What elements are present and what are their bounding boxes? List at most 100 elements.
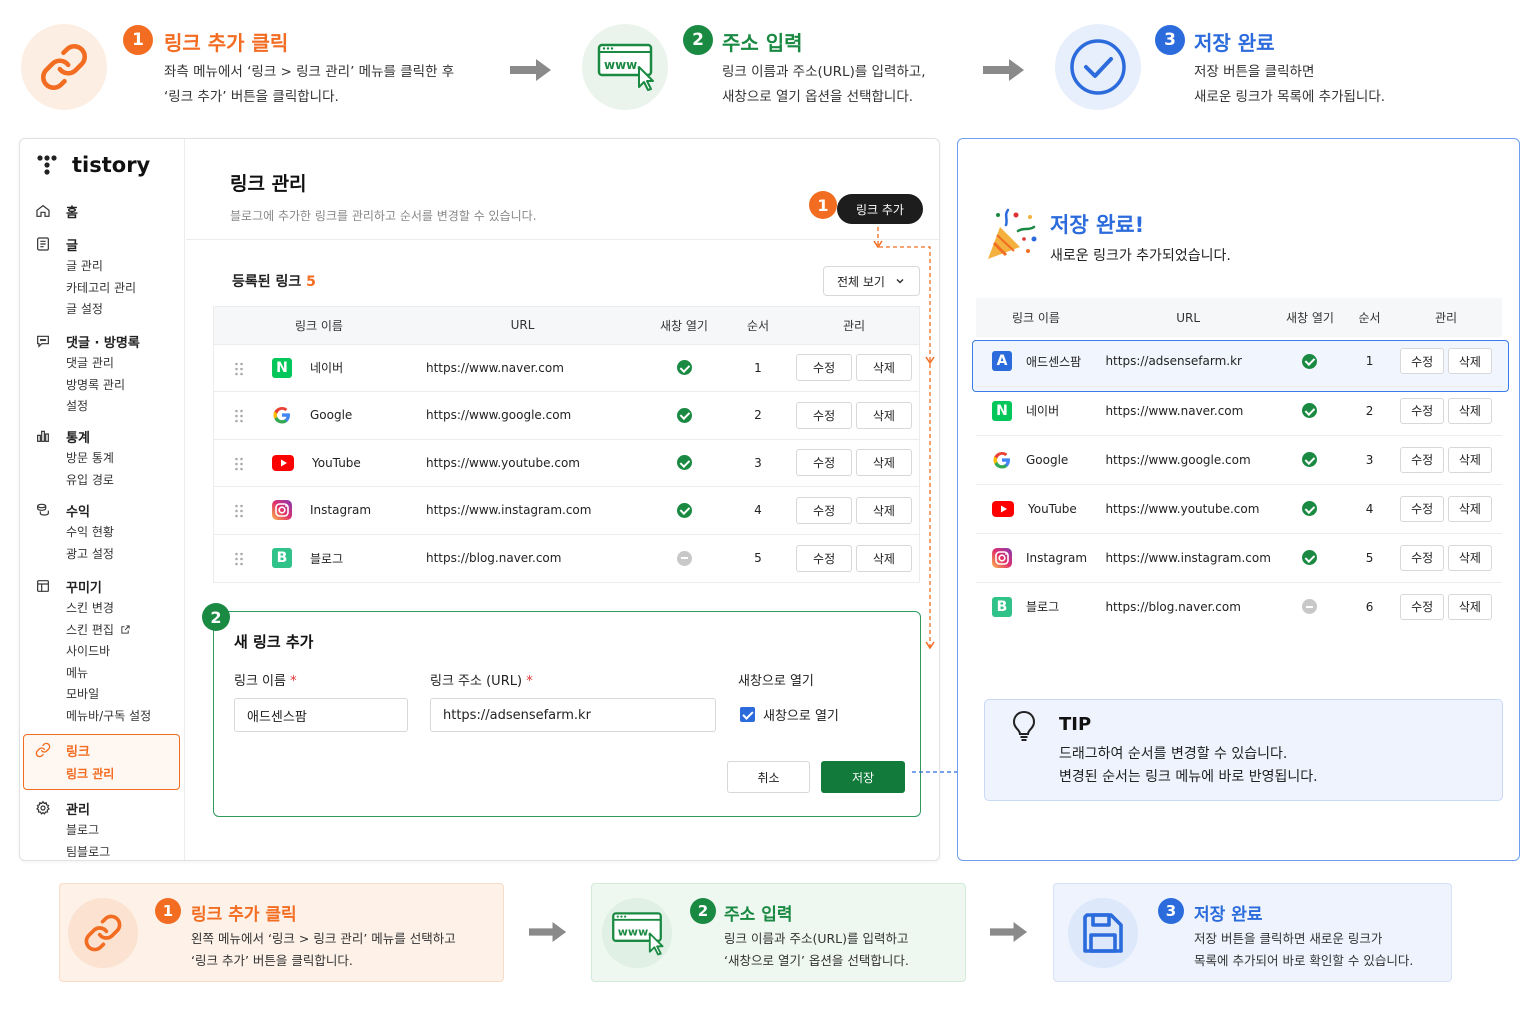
- step-number: 3: [1155, 25, 1185, 55]
- sidebar-subitem[interactable]: 댓글 관리: [20, 352, 185, 374]
- edit-button[interactable]: 수정: [796, 544, 853, 572]
- link-order: 4: [1348, 483, 1391, 533]
- link-url: https://www.youtube.com: [426, 455, 580, 470]
- youtube-logo-icon: [992, 500, 1014, 517]
- sidebar-item-posts[interactable]: 글: [20, 233, 185, 255]
- check-icon: [1302, 550, 1318, 565]
- sidebar-subitem-link-manage[interactable]: 링크 관리: [20, 761, 185, 785]
- edit-button[interactable]: 수정: [796, 496, 853, 524]
- sidebar-subitem[interactable]: 방명록 관리: [20, 374, 185, 396]
- save-button[interactable]: 저장: [821, 761, 905, 793]
- comment-icon: [37, 335, 49, 348]
- edit-button[interactable]: 수정: [1400, 495, 1445, 522]
- arrow-right-icon: [983, 59, 1024, 81]
- sidebar-subitem[interactable]: 카테고리 관리: [20, 277, 185, 299]
- sidebar-subitem[interactable]: 블로그: [20, 819, 185, 841]
- link-url-input[interactable]: https://adsensefarm.kr: [430, 698, 716, 732]
- link-url: https://www.naver.com: [426, 360, 564, 375]
- sidebar-subitem[interactable]: 수익 현황: [20, 521, 185, 543]
- edit-button[interactable]: 수정: [1400, 397, 1445, 424]
- delete-button[interactable]: 삭제: [1447, 446, 1492, 473]
- col-manage: 관리: [1390, 298, 1502, 337]
- sidebar-subitem[interactable]: 모바일: [20, 683, 185, 705]
- new-link-form: 새 링크 추가 링크 이름 * 링크 주소 (URL) * 새창으로 열기 애드…: [213, 611, 921, 817]
- result-subtitle: 새로운 링크가 추가되었습니다.: [1050, 248, 1231, 264]
- drag-handle-icon[interactable]: [234, 362, 244, 376]
- sidebar-item-manage[interactable]: 관리: [20, 797, 185, 819]
- sidebar-subitem[interactable]: 글 설정: [20, 298, 185, 320]
- cancel-button[interactable]: 취소: [727, 761, 810, 793]
- sidebar-subitem[interactable]: 광고 설정: [20, 543, 185, 565]
- link-order: 2: [1348, 385, 1391, 435]
- sidebar-subitem[interactable]: 메뉴: [20, 662, 185, 684]
- edit-button[interactable]: 수정: [1400, 544, 1445, 571]
- edit-button[interactable]: 수정: [1400, 446, 1445, 473]
- www-browser-icon: www.: [582, 24, 668, 110]
- delete-button[interactable]: 삭제: [1447, 397, 1492, 424]
- drag-handle-icon[interactable]: [234, 457, 244, 471]
- lightbulb-icon: [1012, 710, 1036, 741]
- check-icon: [1302, 501, 1318, 516]
- tistory-logo[interactable]: tistory: [36, 153, 150, 177]
- newwin-checkbox[interactable]: [740, 707, 755, 722]
- drag-handle-icon[interactable]: [234, 409, 244, 423]
- edit-button[interactable]: 수정: [796, 401, 853, 429]
- blog-logo-icon: B: [992, 596, 1012, 617]
- edit-button[interactable]: 수정: [796, 449, 853, 477]
- page-title: 링크 관리: [230, 173, 307, 195]
- sidebar-subitem[interactable]: 방문 통계: [20, 447, 185, 469]
- table-row: YouTube https://www.youtube.com 3 수정 삭제: [214, 438, 919, 487]
- sidebar-subitem-skin-edit[interactable]: 스킨 편집: [20, 619, 185, 641]
- link-url: https://adsensefarm.kr: [1105, 354, 1242, 369]
- naver-logo-icon: N: [992, 400, 1012, 421]
- sidebar-subitem[interactable]: 설정: [20, 395, 185, 417]
- sidebar-item-home[interactable]: 홈: [20, 200, 185, 222]
- add-link-button[interactable]: 링크 추가: [837, 194, 923, 224]
- newwin-label: 새창으로 열기: [738, 674, 814, 689]
- edit-button[interactable]: 수정: [1400, 593, 1445, 620]
- sidebar-item-link[interactable]: 링크: [20, 739, 185, 761]
- step-number: 2: [690, 898, 716, 924]
- link-url: https://blog.naver.com: [426, 551, 562, 565]
- bottom-step-3: 3 저장 완료 저장 버튼을 클릭하면 새로운 링크가 목록에 추가되어 바로 확…: [1053, 883, 1452, 982]
- sidebar-item-stats[interactable]: 통계: [20, 425, 185, 447]
- table-row: B 블로그 https://blog.naver.com 5 수정 삭제: [214, 533, 919, 582]
- tistory-logo-icon: [37, 155, 57, 175]
- edit-button[interactable]: 수정: [1400, 348, 1445, 375]
- sidebar-item-design[interactable]: 꾸미기: [20, 575, 185, 597]
- sidebar-subitem[interactable]: 사이드바: [20, 640, 185, 662]
- link-name: 네이버: [1026, 404, 1060, 418]
- external-link-icon: [121, 625, 130, 634]
- step-description: 링크 이름과 주소(URL)를 입력하고, 새창으로 열기 옵션을 선택합니다.: [722, 64, 926, 105]
- link-name-input[interactable]: 애드센스팜: [234, 698, 408, 732]
- url-label: 링크 주소 (URL) *: [430, 674, 533, 689]
- link-order: 6: [1348, 581, 1391, 631]
- name-label: 링크 이름 *: [234, 674, 297, 689]
- step-description: 링크 이름과 주소(URL)를 입력하고 ‘새창으로 열기’ 옵션을 선택합니다.: [724, 931, 909, 968]
- step-title: 링크 추가 클릭: [191, 905, 297, 925]
- edit-button[interactable]: 수정: [796, 354, 853, 382]
- delete-button[interactable]: 삭제: [1447, 348, 1492, 375]
- sidebar-subitem[interactable]: 글 관리: [20, 255, 185, 277]
- google-logo-icon: [273, 407, 290, 424]
- table-row: B 블로그 https://blog.naver.com 6 수정 삭제: [976, 581, 1502, 631]
- drag-handle-icon[interactable]: [234, 552, 244, 566]
- delete-button[interactable]: 삭제: [1447, 544, 1492, 571]
- delete-button[interactable]: 삭제: [1447, 593, 1492, 620]
- sidebar-subitem[interactable]: 유입 경로: [20, 469, 185, 491]
- delete-button[interactable]: 삭제: [1447, 495, 1492, 522]
- link-icon: [68, 898, 138, 968]
- sidebar-section-manage: 관리 블로그 팀블로그: [20, 797, 185, 861]
- sidebar-item-revenue[interactable]: 수익: [20, 499, 185, 521]
- sidebar-item-comments[interactable]: 댓글 · 방명록: [20, 330, 185, 352]
- sidebar-subitem[interactable]: 메뉴바/구독 설정: [20, 705, 185, 727]
- link-url: https://www.google.com: [426, 408, 572, 423]
- sidebar-subitem[interactable]: 팀블로그: [20, 841, 185, 861]
- svg-text:www.: www.: [604, 58, 641, 72]
- step-badge: 2: [202, 603, 230, 631]
- link-admin-window: tistory 홈 글 글 관리 카테고리 관리 글 설정 댓글 · 방명록 댓…: [19, 138, 940, 861]
- col-newwin: 새창 열기: [1270, 298, 1349, 337]
- step-title: 링크 추가 클릭: [164, 31, 289, 55]
- drag-handle-icon[interactable]: [234, 504, 244, 518]
- sidebar-subitem[interactable]: 스킨 변경: [20, 597, 185, 619]
